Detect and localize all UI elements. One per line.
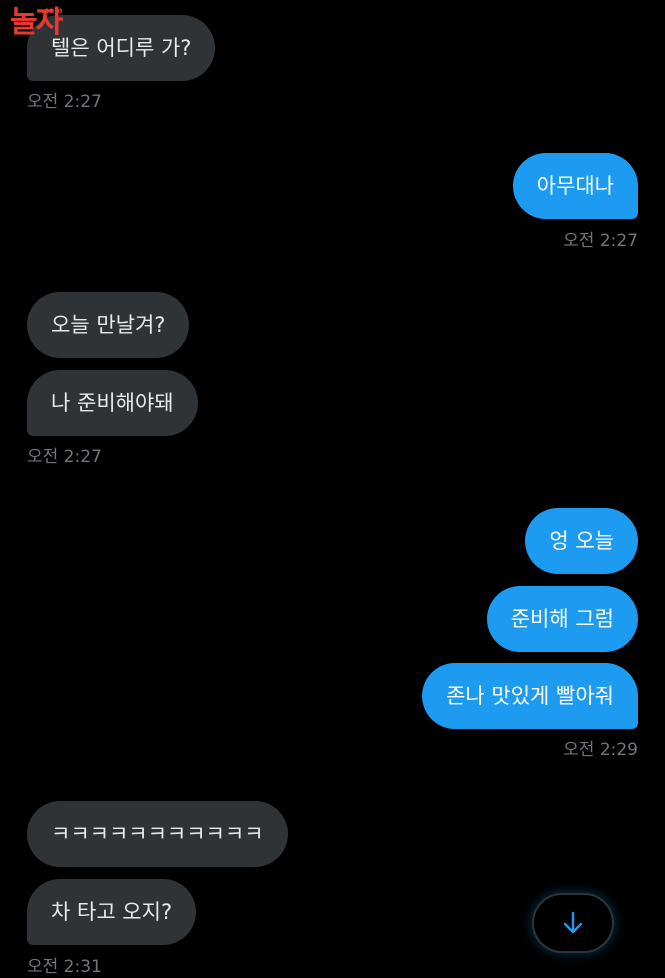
message-bubble-outgoing[interactable]: 아무대나 [512, 153, 638, 219]
message-bubble-incoming[interactable]: 차 타고 오지? [27, 879, 197, 945]
message-text: 나 준비해야돼 [51, 391, 174, 415]
message-text: 아무대나 [536, 174, 614, 198]
message-text: 존나 맛있게 빨아줘 [446, 684, 614, 708]
site-watermark-logo: .com 놀자 [10, 6, 90, 40]
message-bubble-outgoing[interactable]: 엉 오늘 [525, 508, 638, 574]
message-text: 준비해 그럼 [510, 607, 614, 631]
scroll-to-bottom-button[interactable] [532, 893, 614, 953]
message-bubble-incoming[interactable]: 나 준비해야돼 [27, 370, 198, 436]
message-text: ㅋㅋㅋㅋㅋㅋㅋㅋㅋㅋㅋ [51, 822, 264, 846]
message-bubble-outgoing[interactable]: 준비해 그럼 [486, 586, 638, 652]
message-bubble-incoming[interactable]: 오늘 만날겨? [27, 292, 190, 358]
message-text: 차 타고 오지? [51, 900, 173, 924]
message-timestamp: 오전 2:27 [27, 92, 102, 112]
message-text: 엉 오늘 [549, 529, 614, 553]
message-text: 오늘 만날겨? [51, 313, 166, 337]
message-timestamp: 오전 2:27 [563, 231, 638, 251]
arrow-down-icon [563, 911, 583, 934]
logo-suffix: .com [41, 6, 63, 15]
message-bubble-incoming[interactable]: ㅋㅋㅋㅋㅋㅋㅋㅋㅋㅋㅋ [27, 801, 288, 867]
message-timestamp: 오전 2:29 [563, 740, 638, 760]
message-timestamp: 오전 2:31 [27, 957, 102, 977]
message-timestamp: 오전 2:27 [27, 447, 102, 467]
message-bubble-outgoing[interactable]: 존나 맛있게 빨아줘 [422, 663, 638, 729]
